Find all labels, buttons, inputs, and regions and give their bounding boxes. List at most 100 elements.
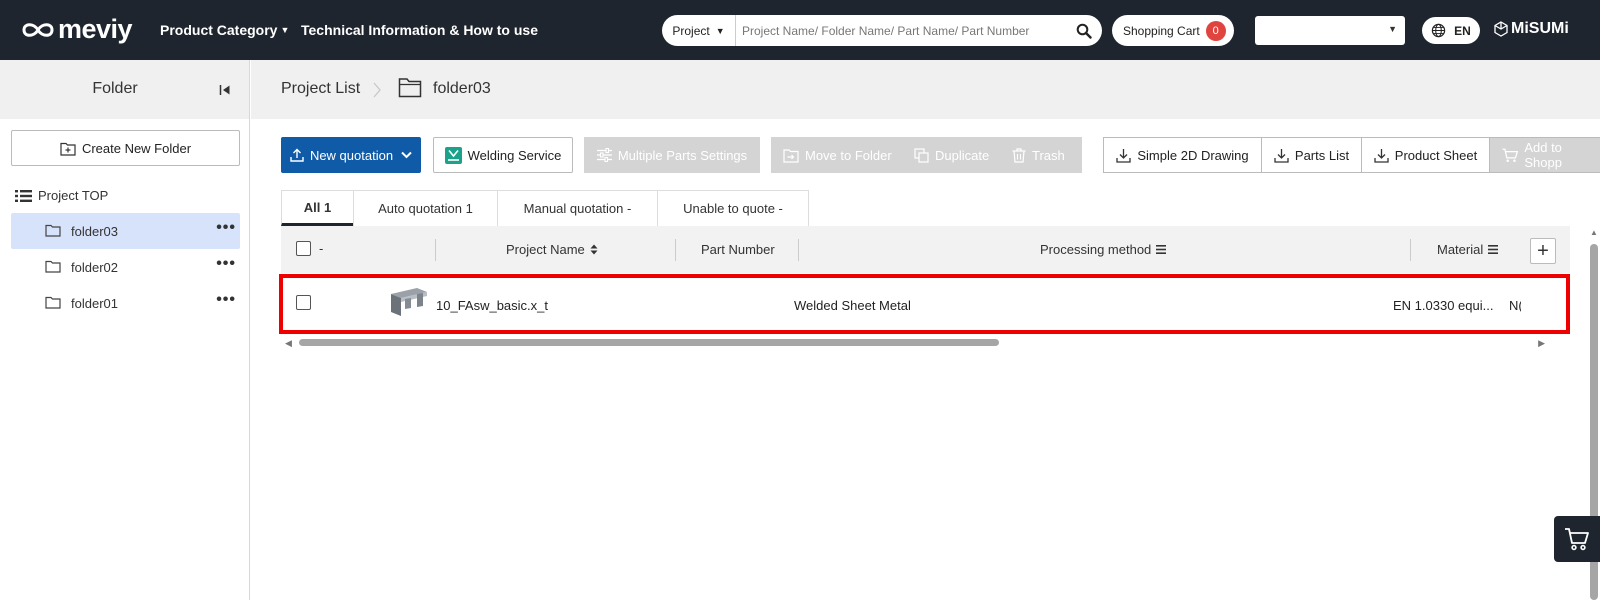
tab-all[interactable]: All 1 [281,190,354,226]
add-to-shopping-cart-button[interactable]: Add to Shopp [1490,138,1600,172]
table-header: - Project Name Part Number Processing me… [281,226,1570,273]
multiple-parts-settings-button[interactable]: Multiple Parts Settings [584,137,760,173]
column-divider [675,239,676,261]
horizontal-scroll-thumb[interactable] [299,339,999,346]
new-quotation-button[interactable]: New quotation [281,137,421,173]
row-processing-method: Welded Sheet Metal [794,298,911,313]
misumi-logo[interactable]: MiSUMi [1494,20,1569,38]
shopping-cart-button[interactable]: Shopping Cart 0 [1112,15,1234,46]
more-options-icon[interactable]: ••• [216,220,236,236]
nav-technical-information-label: Technical Information & How to use [301,22,538,38]
collapse-sidebar-icon[interactable] [219,84,231,96]
table-row[interactable]: 10_FAsw_basic.x_t Welded Sheet Metal EN … [279,274,1570,334]
search-scope-select[interactable]: Project ▼ [662,15,736,46]
duplicate-button[interactable]: Duplicate [914,137,989,173]
folder-icon [45,296,61,309]
create-new-folder-button[interactable]: Create New Folder [11,130,240,166]
column-divider [1410,239,1411,261]
folder-item-folder01[interactable]: folder01 ••• [11,285,240,321]
search-icon [1076,23,1092,39]
welding-service-button[interactable]: Welding Service [433,137,573,173]
column-processing-method[interactable]: Processing method [1040,242,1167,257]
search-input[interactable] [736,15,1066,46]
chevron-down-icon: ▼ [280,25,290,35]
scroll-left-arrow-icon[interactable]: ◀ [285,338,292,349]
download-icon [1116,148,1132,163]
sort-icon[interactable] [590,244,598,255]
trash-button[interactable]: Trash [1012,137,1065,173]
cart-count-badge: 0 [1205,20,1226,41]
globe-icon [1431,23,1446,38]
folder-icon [45,260,61,273]
meviy-logo[interactable]: meviy [20,14,133,45]
nav-product-category-label: Product Category [160,22,278,38]
cart-icon [1565,528,1589,551]
select-all-checkbox[interactable] [296,241,311,256]
download-icon [1274,148,1289,163]
parts-list-button[interactable]: Parts List [1262,138,1362,172]
folder-actions-group: Move to Folder Duplicate Trash [771,137,1082,173]
tree-item-project-top[interactable]: Project TOP [15,188,108,203]
header-dropdown[interactable]: ▼ [1255,16,1405,45]
quotation-tabs: All 1 Auto quotation 1 Manual quotation … [281,190,809,226]
move-to-folder-label: Move to Folder [805,147,892,163]
multiple-parts-settings-label: Multiple Parts Settings [617,147,748,163]
tab-auto-quotation[interactable]: Auto quotation 1 [353,190,498,226]
upload-icon [290,148,304,162]
scroll-up-arrow-icon[interactable]: ▲ [1590,228,1598,237]
folder-item-folder03[interactable]: folder03 ••• [11,213,240,249]
row-material: EN 1.0330 equi... [1393,298,1494,313]
filter-menu-icon[interactable] [1488,245,1499,254]
move-to-folder-button[interactable]: Move to Folder [783,137,892,173]
move-to-folder-icon [783,148,799,163]
scroll-right-arrow-icon[interactable]: ▶ [1538,338,1545,349]
chevron-down-icon: ▼ [1388,24,1397,34]
search-scope-label: Project [672,23,710,38]
breadcrumb-project-list[interactable]: Project List [281,80,360,98]
create-new-folder-label: Create New Folder [81,140,192,156]
column-project-name[interactable]: Project Name [506,242,598,257]
sidebar-title: Folder [92,80,138,97]
chevron-down-icon [401,151,412,159]
column-divider [798,239,799,261]
add-column-button[interactable]: + [1530,238,1556,264]
product-sheet-label: Product Sheet [1394,147,1478,163]
row-extra-column: N( [1509,298,1521,313]
duplicate-icon [914,147,929,163]
tree-root-label: Project TOP [38,188,109,203]
trash-label: Trash [1032,147,1065,163]
trash-icon [1012,147,1026,163]
welding-service-label: Welding Service [467,147,562,163]
folder-item-folder02[interactable]: folder02 ••• [11,249,240,285]
product-sheet-button[interactable]: Product Sheet [1362,138,1490,172]
filter-menu-icon[interactable] [1156,245,1167,254]
more-options-icon[interactable]: ••• [216,256,236,272]
misumi-brand-text: MiSUMi [1511,20,1569,37]
breadcrumb-current-folder: folder03 [433,80,491,97]
shopping-cart-label: Shopping Cart [1123,23,1200,38]
language-label: EN [1454,23,1471,38]
column-divider [435,239,436,261]
sidebar-header: Folder [0,60,249,119]
folder-label: folder03 [71,223,118,239]
misumi-cube-icon [1494,21,1508,37]
floating-cart-button[interactable] [1554,516,1600,562]
nav-technical-information[interactable]: Technical Information & How to use [301,22,538,38]
simple-2d-drawing-button[interactable]: Simple 2D Drawing [1104,138,1262,172]
language-button[interactable]: EN [1422,17,1480,44]
search-button[interactable] [1066,15,1102,46]
new-quotation-label: New quotation [309,147,394,163]
top-bar: meviy Product Category ▼ Technical Infor… [0,0,1600,60]
horizontal-scrollbar[interactable]: ◀ ▶ [285,338,1545,349]
chevron-down-icon: ▼ [715,25,725,36]
part-thumbnail[interactable] [387,286,429,318]
column-material[interactable]: Material [1437,242,1499,257]
folder-icon [398,78,422,98]
more-options-icon[interactable]: ••• [216,292,236,308]
row-checkbox[interactable] [296,295,311,310]
nav-product-category[interactable]: Product Category ▼ [160,22,289,38]
row-project-name[interactable]: 10_FAsw_basic.x_t [436,298,548,313]
tab-manual-quotation[interactable]: Manual quotation - [497,190,658,226]
parts-list-label: Parts List [1294,147,1350,163]
tab-unable-to-quote[interactable]: Unable to quote - [657,190,809,226]
